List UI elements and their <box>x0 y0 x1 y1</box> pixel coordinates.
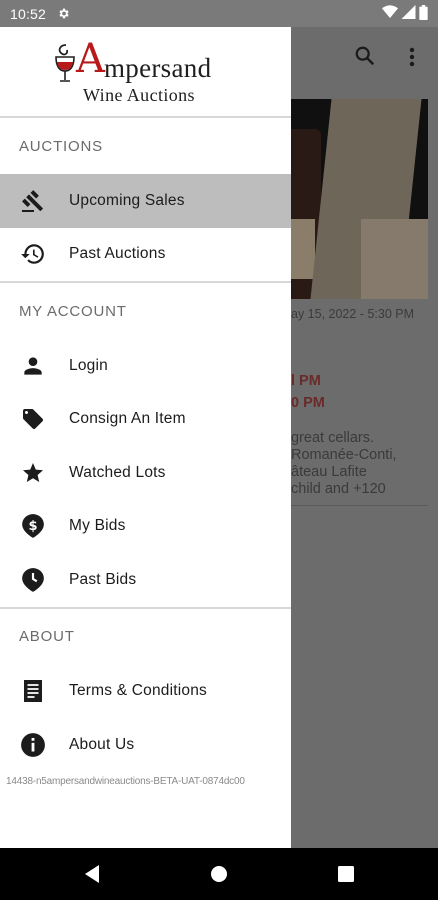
menu-label: My Bids <box>69 517 126 535</box>
section-header-about: ABOUT <box>19 628 75 645</box>
menu-label: Watched Lots <box>69 463 166 481</box>
more-options-icon[interactable] <box>409 47 415 72</box>
menu-label: About Us <box>69 735 135 753</box>
drawer-header: A mpersand Wine Auctions <box>0 27 291 118</box>
system-nav-bar <box>0 848 438 900</box>
battery-icon <box>419 4 428 23</box>
menu-label: Past Bids <box>69 570 137 588</box>
search-icon[interactable] <box>354 45 376 72</box>
signal-icon <box>401 5 416 22</box>
status-icons <box>382 4 428 23</box>
menu-item-consign-an-item[interactable]: Consign An Item <box>0 393 291 447</box>
menu-item-about-us[interactable]: About Us <box>0 718 291 772</box>
logo-subtitle: Wine Auctions <box>83 85 195 105</box>
info-icon <box>19 731 46 758</box>
logo-name: mpersand <box>104 53 212 83</box>
auction-description: great cellars. Romanée-Conti, âteau Lafi… <box>291 430 397 497</box>
navigation-drawer: A mpersand Wine Auctions AUCTIONS Upcomi… <box>0 27 291 848</box>
auction-photo[interactable] <box>291 99 428 299</box>
wifi-icon <box>382 5 398 22</box>
status-time: 10:52 <box>10 5 47 22</box>
back-icon[interactable] <box>82 864 102 884</box>
logo-initial: A <box>76 36 105 82</box>
menu-item-past-auctions[interactable]: Past Auctions <box>0 228 291 282</box>
menu-item-upcoming-sales[interactable]: Upcoming Sales <box>0 174 291 228</box>
tag-icon <box>19 406 46 433</box>
divider <box>291 505 428 506</box>
menu-label: Past Auctions <box>69 245 166 263</box>
status-bar: 10:52 <box>0 0 438 27</box>
menu-label: Terms & Conditions <box>69 682 207 700</box>
star-icon <box>19 459 46 486</box>
menu-item-my-bids[interactable]: $ My Bids <box>0 500 291 554</box>
bg-toolbar <box>291 27 438 89</box>
document-icon <box>19 678 46 705</box>
section-header-auctions: AUCTIONS <box>19 137 103 155</box>
clock-pin-icon <box>19 566 46 593</box>
auction-time: l PM <box>291 373 321 389</box>
build-info: 14438-n5ampersandwineauctions-BETA-UAT-0… <box>6 776 245 787</box>
menu-label: Consign An Item <box>69 410 186 428</box>
section-header-my-account: MY ACCOUNT <box>19 302 127 320</box>
ampersand-logo[interactable]: A mpersand Wine Auctions <box>52 36 242 111</box>
auction-time: 0 PM <box>291 395 325 411</box>
dollar-pin-icon: $ <box>19 513 46 540</box>
menu-item-terms-conditions[interactable]: Terms & Conditions <box>0 665 291 719</box>
history-icon <box>19 241 46 268</box>
background-app: ay 15, 2022 - 5:30 PM l PM 0 PM great ce… <box>291 27 438 848</box>
person-icon <box>19 352 46 379</box>
menu-item-past-bids[interactable]: Past Bids <box>0 553 291 607</box>
svg-text:$: $ <box>28 519 37 534</box>
menu-label: Upcoming Sales <box>69 191 185 209</box>
recents-icon[interactable] <box>336 864 356 884</box>
menu-item-watched-lots[interactable]: Watched Lots <box>0 446 291 500</box>
auction-date: ay 15, 2022 - 5:30 PM <box>291 307 414 321</box>
menu-label: Login <box>69 356 108 374</box>
menu-item-login[interactable]: Login <box>0 339 291 393</box>
gavel-icon <box>19 187 46 214</box>
wine-glass-icon <box>52 43 78 88</box>
home-icon[interactable] <box>209 864 229 884</box>
gear-icon <box>56 7 70 21</box>
